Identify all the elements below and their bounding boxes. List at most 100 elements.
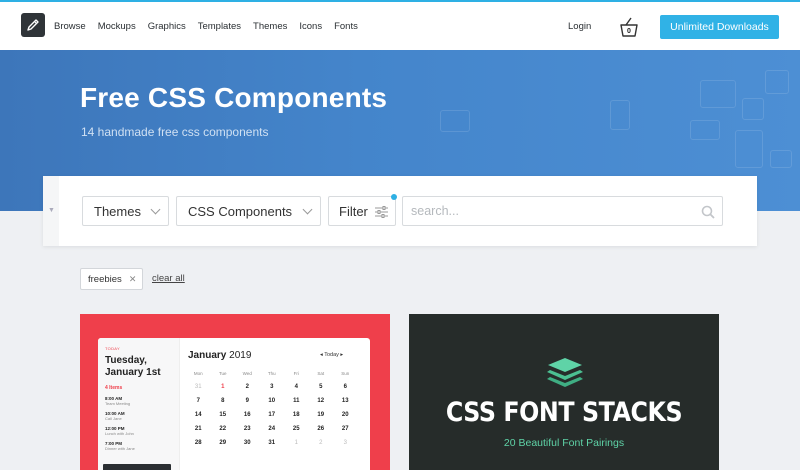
- hero-decoration: [742, 98, 764, 120]
- nav-icons[interactable]: Icons: [299, 21, 322, 32]
- hero-decoration: [700, 80, 736, 108]
- hero-decoration: [765, 70, 789, 94]
- day-cell: 21: [194, 426, 202, 432]
- week-row: 14 15 16 17 18 19 20: [186, 412, 364, 418]
- day-cell: 3: [343, 440, 347, 446]
- day-cell: 3: [270, 384, 274, 390]
- weekday: Tue: [218, 371, 227, 376]
- event-item: 10:00 AM Call Jane: [105, 411, 179, 421]
- weekday: Fri: [293, 371, 299, 376]
- calendar-footer-bar: [103, 464, 171, 470]
- today-label: TODAY: [105, 346, 120, 351]
- weekday: Sat: [317, 371, 325, 376]
- day-cell: 19: [317, 412, 325, 418]
- event-name: Call Jane: [105, 416, 122, 421]
- calendar-date: January 1st: [105, 367, 161, 378]
- day-cell: 20: [341, 412, 349, 418]
- chevron-down-icon: ▼: [48, 207, 55, 214]
- nav-browse[interactable]: Browse: [54, 21, 86, 32]
- login-link[interactable]: Login: [568, 21, 591, 32]
- nav-mockups[interactable]: Mockups: [98, 21, 136, 32]
- calendar-month: January 2019: [188, 350, 251, 361]
- component-card[interactable]: CSS FONT STACKS 20 Beautiful Font Pairin…: [409, 314, 719, 470]
- weekday: Wed: [242, 371, 252, 376]
- items-count: 4 Items: [105, 385, 123, 391]
- day-cell: 9: [245, 398, 249, 404]
- day-cell: 16: [243, 412, 251, 418]
- filter-button-label: Filter: [339, 203, 368, 219]
- calendar-preview: TODAY Tuesday, January 1st 4 Items 8:00 …: [98, 338, 370, 470]
- nav-themes[interactable]: Themes: [253, 21, 287, 32]
- card-title: CSS FONT STACKS: [445, 397, 683, 428]
- site-logo[interactable]: [21, 13, 45, 37]
- day-cell: 12: [317, 398, 325, 404]
- day-cell: 31: [268, 440, 276, 446]
- event-name: Lunch with John: [105, 431, 134, 436]
- nav-templates[interactable]: Templates: [198, 21, 241, 32]
- day-cell: 14: [194, 412, 202, 418]
- day-cell: 15: [219, 412, 227, 418]
- page-subtitle: 14 handmade free css components: [81, 125, 269, 139]
- day-cell: 2: [319, 440, 323, 446]
- category-select[interactable]: Themes: [82, 196, 169, 226]
- unlimited-downloads-button[interactable]: Unlimited Downloads: [660, 15, 779, 39]
- hero-decoration: [440, 110, 470, 132]
- calendar-day: Tuesday,: [105, 355, 147, 366]
- day-cell: 22: [219, 426, 227, 432]
- event-name: Team Meeting: [105, 401, 131, 406]
- week-row: 21 22 23 24 25 26 27: [186, 426, 364, 432]
- week-row: 7 8 9 10 11 12 13: [186, 398, 364, 404]
- day-cell: 26: [317, 426, 325, 432]
- hero-decoration: [690, 120, 720, 140]
- calendar-grid: Mon Tue Wed Thu Fri Sat Sun 31 1 2 3 4 5…: [186, 371, 364, 446]
- filter-bar-handle[interactable]: ▼: [43, 176, 59, 246]
- page-title: Free CSS Components: [80, 82, 388, 113]
- subcategory-select[interactable]: CSS Components: [176, 196, 321, 226]
- day-cell: 17: [268, 412, 276, 418]
- nav-fonts[interactable]: Fonts: [334, 21, 358, 32]
- top-navbar: Browse Mockups Graphics Templates Themes…: [0, 0, 800, 50]
- search-icon[interactable]: [701, 205, 715, 219]
- month-name: January: [188, 350, 227, 361]
- day-cell: 13: [341, 398, 349, 404]
- week-row: 31 1 2 3 4 5 6: [186, 384, 364, 390]
- component-card[interactable]: TODAY Tuesday, January 1st 4 Items 8:00 …: [80, 314, 390, 470]
- nav-graphics[interactable]: Graphics: [148, 21, 186, 32]
- close-icon[interactable]: ✕: [129, 274, 137, 285]
- filter-bar: ▼ Themes CSS Components Filter: [43, 176, 757, 246]
- event-item: 12:00 PM Lunch with John: [105, 426, 179, 436]
- active-tag: freebies ✕: [80, 268, 144, 290]
- filter-button[interactable]: Filter: [328, 196, 396, 226]
- clear-all-link[interactable]: clear all: [152, 273, 185, 284]
- event-name: Dinner with Jane: [105, 446, 135, 451]
- day-cell: 24: [268, 426, 276, 432]
- hero-decoration: [770, 150, 792, 168]
- day-cell: 1: [221, 384, 225, 390]
- sliders-icon: [375, 206, 388, 218]
- day-cell: 27: [341, 426, 349, 432]
- weekday: Sun: [341, 371, 350, 376]
- subcategory-select-value: CSS Components: [188, 203, 293, 219]
- event-item: 7:00 PM Dinner with Jane: [105, 441, 179, 451]
- day-cell: 30: [243, 440, 251, 446]
- week-row: 28 29 30 31 1 2 3: [186, 440, 364, 446]
- day-cell: 28: [194, 440, 202, 446]
- day-cell: 25: [292, 426, 300, 432]
- day-cell: 23: [243, 426, 251, 432]
- event-item: 8:00 AM Team Meeting: [105, 396, 179, 406]
- day-cell: 8: [221, 398, 225, 404]
- today-button: Today: [324, 352, 339, 358]
- hero-decoration: [735, 130, 763, 168]
- chevron-right-icon: ▸: [340, 352, 344, 358]
- weekday-row: Mon Tue Wed Thu Fri Sat Sun: [186, 371, 364, 376]
- day-cell: 7: [196, 398, 200, 404]
- search-input[interactable]: [402, 196, 723, 226]
- category-select-value: Themes: [94, 203, 141, 219]
- tag-label: freebies: [88, 273, 122, 285]
- layers-icon: [547, 358, 583, 387]
- card-subtitle: 20 Beautiful Font Pairings: [503, 437, 625, 449]
- day-cell: 5: [319, 384, 323, 390]
- weekday: Mon: [193, 371, 203, 376]
- chevron-down-icon: [150, 204, 161, 215]
- day-cell: 2: [245, 384, 249, 390]
